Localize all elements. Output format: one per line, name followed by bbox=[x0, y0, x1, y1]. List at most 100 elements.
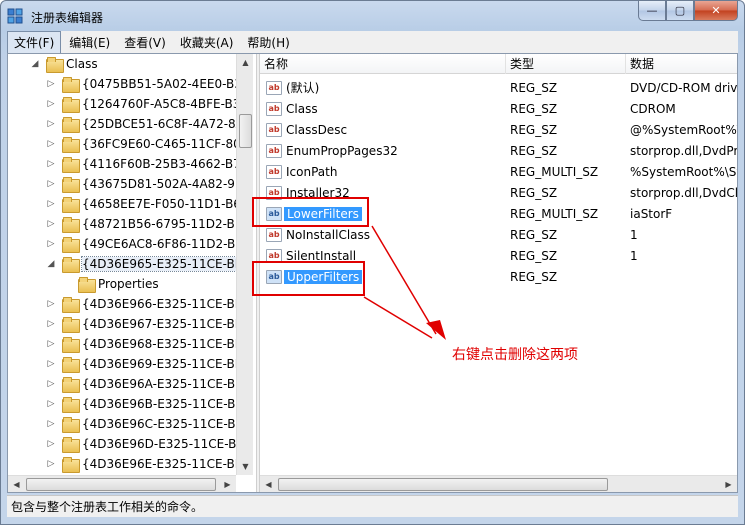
collapse-icon[interactable]: ◢ bbox=[46, 259, 56, 269]
table-row[interactable]: ab NoInstallClass REG_SZ 1 bbox=[260, 225, 737, 246]
column-header-data[interactable]: 数据 bbox=[626, 54, 737, 74]
menu-favorites[interactable]: 收藏夹(A) bbox=[174, 32, 240, 53]
window-title: 注册表编辑器 bbox=[31, 11, 104, 25]
scroll-thumb[interactable] bbox=[26, 478, 216, 491]
tree-item[interactable]: ▷ {4D36E968-E325-11CE-BFC bbox=[46, 334, 250, 354]
scroll-down-icon[interactable]: ▼ bbox=[237, 458, 254, 475]
folder-icon bbox=[62, 217, 80, 233]
table-row[interactable]: ab Class REG_SZ CDROM bbox=[260, 99, 737, 120]
scroll-left-icon[interactable]: ◀ bbox=[8, 476, 25, 492]
scroll-right-icon[interactable]: ▶ bbox=[720, 476, 737, 492]
expand-icon[interactable]: ▷ bbox=[46, 439, 56, 449]
collapse-icon[interactable]: ◢ bbox=[30, 59, 40, 69]
tree-item-label: {0475BB51-5A02-4EE0-B36 bbox=[82, 77, 250, 91]
list-header: 名称 类型 数据 bbox=[260, 54, 737, 74]
expand-icon[interactable]: ▷ bbox=[46, 199, 56, 209]
tree-item-label: {4D36E969-E325-11CE-BFC bbox=[82, 357, 251, 371]
expand-icon[interactable]: ▷ bbox=[46, 339, 56, 349]
value-name: EnumPropPages32 bbox=[286, 144, 398, 158]
tree-item-label: {48721B56-6795-11D2-B1A bbox=[82, 217, 251, 231]
expand-icon[interactable]: ▷ bbox=[46, 299, 56, 309]
expand-icon[interactable]: ▷ bbox=[46, 379, 56, 389]
column-header-name[interactable]: 名称 bbox=[260, 54, 506, 74]
expand-icon[interactable]: ▷ bbox=[46, 319, 56, 329]
value-data: %SystemRoot%\Sy bbox=[630, 165, 737, 179]
expand-icon[interactable]: ▷ bbox=[46, 119, 56, 129]
status-bar: 包含与整个注册表工作相关的命令。 bbox=[7, 495, 738, 517]
value-type: REG_SZ bbox=[510, 144, 558, 158]
tree-item[interactable]: ▷ {4D36E96D-E325-11CE-BFC bbox=[46, 434, 252, 454]
tree-item[interactable]: ▷ {4D36E96A-E325-11CE-BFC bbox=[46, 374, 250, 394]
tree-item[interactable]: ▷ {1264760F-A5C8-4BFE-B31 bbox=[46, 94, 248, 114]
tree-item-label: {4D36E96B-E325-11CE-BFC bbox=[82, 397, 251, 411]
expand-icon[interactable]: ▷ bbox=[46, 219, 56, 229]
client-area: ◢ Class ▷ {0475BB51-5A02-4EE0-B36 ▷ {12647… bbox=[7, 53, 738, 493]
value-name: (默认) bbox=[286, 81, 320, 95]
menu-file[interactable]: 文件(F) bbox=[7, 30, 62, 54]
tree-item[interactable]: ▷ {4D36E96E-E325-11CE-BFC bbox=[46, 454, 250, 474]
tree-item[interactable]: ▷ {43675D81-502A-4A82-9F8 bbox=[46, 174, 249, 194]
tree-item[interactable]: ▷ {49CE6AC8-6F86-11D2-B1E bbox=[46, 234, 250, 254]
tree-item[interactable]: ▷ {0475BB51-5A02-4EE0-B36 bbox=[46, 74, 250, 94]
menu-edit[interactable]: 编辑(E) bbox=[63, 32, 116, 53]
column-header-type[interactable]: 类型 bbox=[506, 54, 626, 74]
tree-item-label: {4116F60B-25B3-4662-B73 bbox=[82, 157, 249, 171]
expand-icon[interactable]: ▷ bbox=[46, 459, 56, 469]
tree-item[interactable]: ▷ {4658EE7E-F050-11D1-B6B bbox=[46, 194, 249, 214]
expand-icon[interactable]: ▷ bbox=[46, 359, 56, 369]
expand-icon[interactable]: ▷ bbox=[46, 159, 56, 169]
tree-item[interactable]: ▷ {4D36E969-E325-11CE-BFC bbox=[46, 354, 250, 374]
tree-item-label: {4D36E96E-E325-11CE-BFC bbox=[82, 457, 251, 471]
expand-icon[interactable]: ▷ bbox=[46, 419, 56, 429]
expand-icon[interactable]: ▷ bbox=[46, 79, 56, 89]
scroll-right-icon[interactable]: ▶ bbox=[219, 476, 236, 492]
tree-item[interactable]: ▷ {4D36E96C-E325-11CE-BFC bbox=[46, 414, 251, 434]
close-button[interactable]: ✕ bbox=[694, 1, 738, 21]
tree-horizontal-scrollbar[interactable]: ◀ ▶ bbox=[8, 475, 236, 492]
menu-bar: 文件(F) 编辑(E) 查看(V) 收藏夹(A) 帮助(H) bbox=[7, 30, 738, 54]
minimize-button[interactable]: — bbox=[638, 1, 666, 21]
expand-icon[interactable]: ▷ bbox=[46, 139, 56, 149]
tree-item[interactable]: ▷ {48721B56-6795-11D2-B1A bbox=[46, 214, 251, 234]
expand-icon[interactable]: ▷ bbox=[46, 99, 56, 109]
table-row[interactable]: ab ClassDesc REG_SZ @%SystemRoot%\ bbox=[260, 120, 737, 141]
tree-item[interactable]: ▷ {4116F60B-25B3-4662-B73 bbox=[46, 154, 248, 174]
folder-icon bbox=[62, 77, 80, 93]
table-row[interactable]: ab EnumPropPages32 REG_SZ storprop.dll,D… bbox=[260, 141, 737, 162]
table-row[interactable]: ab IconPath REG_MULTI_SZ %SystemRoot%\Sy bbox=[260, 162, 737, 183]
menu-help[interactable]: 帮助(H) bbox=[241, 32, 295, 53]
scroll-up-icon[interactable]: ▲ bbox=[237, 54, 254, 71]
tree-item[interactable]: ▷ {4D36E96B-E325-11CE-BFC bbox=[46, 394, 251, 414]
maximize-button[interactable]: ▢ bbox=[666, 1, 694, 21]
table-row[interactable]: ab (默认) REG_SZ DVD/CD-ROM driv bbox=[260, 78, 737, 99]
tree-item-selected[interactable]: ◢ {4D36E965-E325-11CE-BFC bbox=[46, 254, 252, 274]
value-type: REG_SZ bbox=[510, 270, 558, 284]
tree-item-label: {4D36E965-E325-11CE-BFC bbox=[80, 256, 252, 272]
tree-item[interactable]: ▷ {25DBCE51-6C8F-4A72-8A6 bbox=[46, 114, 252, 134]
expand-icon[interactable]: ▷ bbox=[46, 239, 56, 249]
value-data: 1 bbox=[630, 249, 638, 263]
value-type: REG_SZ bbox=[510, 249, 558, 263]
expand-icon[interactable]: ▷ bbox=[46, 179, 56, 189]
folder-icon bbox=[62, 197, 80, 213]
tree-item[interactable]: ▷ {4D36E967-E325-11CE-BFC bbox=[46, 314, 250, 334]
scroll-thumb[interactable] bbox=[278, 478, 608, 491]
list-horizontal-scrollbar[interactable]: ◀ ▶ bbox=[260, 475, 737, 492]
folder-icon bbox=[62, 457, 80, 473]
tree-vertical-scrollbar[interactable]: ▲ ▼ bbox=[236, 54, 253, 475]
tree-item[interactable]: ▷ {4D36E966-E325-11CE-BFC bbox=[46, 294, 250, 314]
folder-open-icon bbox=[62, 257, 80, 273]
tree-item-class[interactable]: ◢ Class bbox=[30, 54, 98, 74]
value-data: 1 bbox=[630, 228, 638, 242]
expand-icon[interactable]: ▷ bbox=[46, 399, 56, 409]
tree-item-label: {43675D81-502A-4A82-9F8 bbox=[82, 177, 250, 191]
tree-item[interactable]: ▷ {36FC9E60-C465-11CF-805 bbox=[46, 134, 248, 154]
value-data: storprop.dll,DvdPr bbox=[630, 144, 737, 158]
value-name: IconPath bbox=[286, 165, 338, 179]
menu-view[interactable]: 查看(V) bbox=[118, 32, 172, 53]
scroll-left-icon[interactable]: ◀ bbox=[260, 476, 277, 492]
scroll-thumb[interactable] bbox=[239, 114, 252, 148]
tree-item-label: {1264760F-A5C8-4BFE-B31 bbox=[82, 97, 248, 111]
title-bar[interactable]: 注册表编辑器 — ▢ ✕ bbox=[1, 1, 744, 31]
tree-item-properties[interactable]: Properties bbox=[78, 274, 159, 294]
